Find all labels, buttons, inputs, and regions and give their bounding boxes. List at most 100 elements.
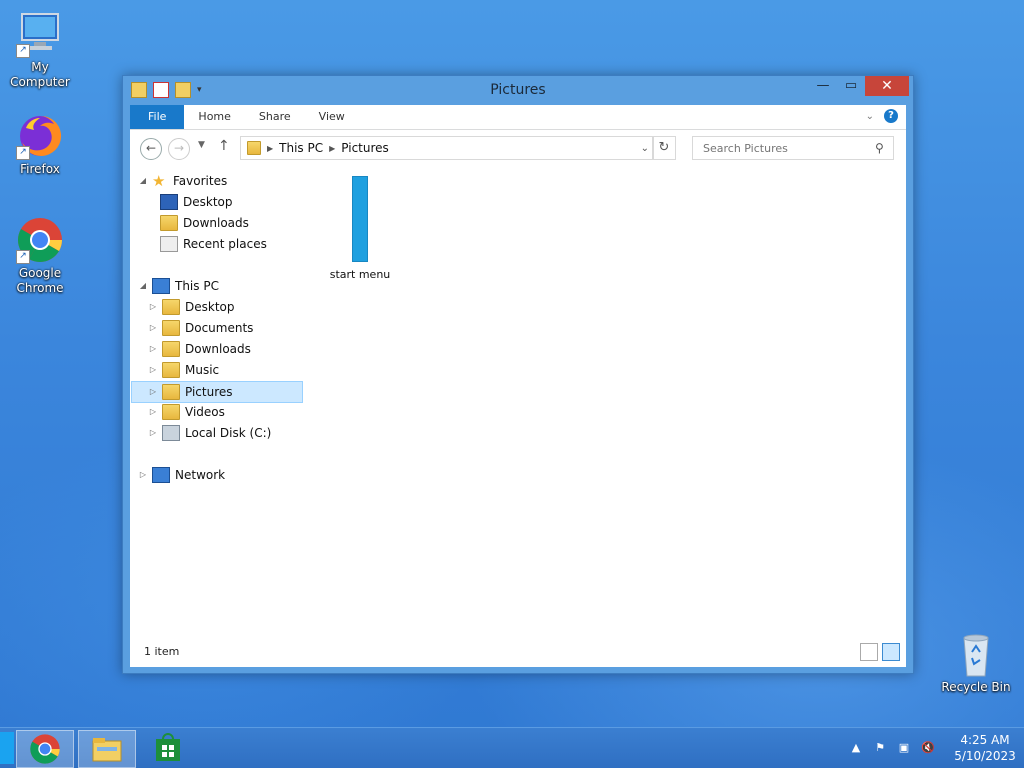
tab-file[interactable]: File: [130, 105, 185, 129]
large-icons-view-button[interactable]: [882, 643, 900, 661]
expand-arrow-icon[interactable]: ▷: [148, 402, 158, 422]
maximize-button[interactable]: ▭: [837, 76, 865, 96]
status-bar: 1 item: [130, 637, 906, 667]
downloads-folder-icon: [160, 215, 178, 231]
recent-places-icon: [160, 236, 178, 252]
file-item[interactable]: start menu: [325, 176, 395, 281]
mouse-cursor-icon: [350, 302, 362, 318]
nav-pc-desktop[interactable]: ▷ Desktop: [148, 297, 235, 317]
breadcrumb-separator-icon: ▶: [329, 143, 336, 153]
desktop-icon-chrome[interactable]: ↗ Google Chrome: [0, 216, 80, 296]
expand-arrow-icon[interactable]: ▷: [148, 382, 158, 402]
tab-view[interactable]: View: [305, 105, 359, 129]
network-status-icon[interactable]: ▣: [896, 740, 912, 756]
desktop-icon-label: My Computer: [10, 60, 70, 89]
nav-label: Network: [175, 468, 226, 482]
nav-label: Videos: [185, 405, 225, 419]
videos-folder-icon: [162, 404, 180, 420]
breadcrumb-this-pc[interactable]: This PC: [279, 141, 323, 155]
nav-pc-downloads[interactable]: ▷ Downloads: [148, 339, 251, 359]
volume-muted-icon[interactable]: 🔇: [920, 740, 936, 756]
nav-favorites[interactable]: ◢ ★ Favorites: [138, 171, 227, 191]
title-bar[interactable]: ▾ Pictures — ▭ ✕: [123, 76, 913, 105]
search-icon[interactable]: ⚲: [875, 141, 884, 155]
minimize-button[interactable]: —: [809, 76, 837, 96]
pictures-folder-icon: [247, 141, 261, 155]
taskbar-store-button[interactable]: [140, 730, 196, 766]
star-icon: ★: [152, 172, 166, 190]
expand-arrow-icon[interactable]: ▷: [148, 423, 158, 443]
up-button[interactable]: ↑: [218, 138, 230, 154]
expand-arrow-icon[interactable]: ▷: [148, 297, 158, 317]
expand-arrow-icon[interactable]: ▷: [138, 465, 148, 485]
nav-pc-videos[interactable]: ▷ Videos: [148, 402, 225, 422]
breadcrumb-pictures[interactable]: Pictures: [341, 141, 389, 155]
show-hidden-icons-icon[interactable]: ▲: [848, 740, 864, 756]
nav-label: Documents: [185, 321, 254, 335]
close-button[interactable]: ✕: [865, 76, 909, 96]
nav-label: Pictures: [185, 385, 233, 399]
breadcrumb-separator-icon: ▶: [267, 143, 274, 153]
desktop-folder-icon: [162, 299, 180, 315]
action-center-flag-icon[interactable]: ⚑: [872, 740, 888, 756]
nav-this-pc[interactable]: ◢ This PC: [138, 276, 219, 296]
tab-home[interactable]: Home: [184, 105, 244, 129]
nav-fav-downloads[interactable]: Downloads: [160, 213, 249, 233]
pictures-folder-icon: [162, 384, 180, 400]
nav-network[interactable]: ▷ Network: [138, 465, 225, 485]
clock[interactable]: 4:25 AM 5/10/2023: [946, 732, 1024, 764]
address-dropdown-icon[interactable]: ⌄: [641, 143, 649, 154]
search-input[interactable]: [701, 140, 875, 156]
help-icon[interactable]: ?: [884, 109, 898, 123]
nav-pc-local-disk[interactable]: ▷ Local Disk (C:): [148, 423, 271, 443]
content-area: ◢ ★ Favorites Desktop Downloads Recent p…: [130, 166, 906, 667]
taskbar-explorer-button[interactable]: [78, 730, 136, 768]
taskbar-chrome-button[interactable]: [16, 730, 74, 768]
desktop-icon-firefox[interactable]: ↗ Firefox: [0, 112, 80, 177]
nav-pc-music[interactable]: ▷ Music: [148, 360, 219, 380]
nav-fav-desktop[interactable]: Desktop: [160, 192, 233, 212]
desktop-icon-my-computer[interactable]: ↗ My Computer: [0, 10, 80, 90]
nav-pc-documents[interactable]: ▷ Documents: [148, 318, 253, 338]
documents-folder-icon: [162, 320, 180, 336]
explorer-window[interactable]: ▾ Pictures — ▭ ✕ File Home Share View ⌄ …: [122, 75, 914, 674]
chrome-icon: ↗: [16, 216, 64, 264]
drive-icon: [162, 425, 180, 441]
shortcut-arrow-icon: ↗: [16, 146, 30, 160]
address-bar[interactable]: ▶ This PC ▶ Pictures ⌄: [240, 136, 654, 160]
desktop-icon-recycle-bin[interactable]: Recycle Bin: [936, 630, 1016, 695]
navigation-bar: ← → ▼ ↑ ▶ This PC ▶ Pictures ⌄ ↻ ⚲: [130, 130, 906, 166]
details-view-button[interactable]: [860, 643, 878, 661]
file-explorer-icon: [92, 738, 122, 762]
expand-arrow-icon[interactable]: ▷: [148, 318, 158, 338]
clock-date: 5/10/2023: [954, 749, 1016, 763]
nav-label: Downloads: [183, 216, 249, 230]
downloads-folder-icon: [162, 341, 180, 357]
recent-locations-icon[interactable]: ▼: [198, 140, 205, 150]
nav-label: This PC: [175, 279, 219, 293]
collapse-arrow-icon[interactable]: ◢: [138, 171, 148, 191]
search-box[interactable]: ⚲: [692, 136, 894, 160]
taskbar: ▲ ⚑ ▣ 🔇 4:25 AM 5/10/2023: [0, 727, 1024, 768]
nav-pc-pictures[interactable]: ▷ Pictures: [131, 381, 303, 403]
music-folder-icon: [162, 362, 180, 378]
refresh-button[interactable]: ↻: [652, 136, 676, 160]
nav-label: Music: [185, 363, 220, 377]
chrome-icon: [30, 734, 60, 764]
nav-label: Desktop: [185, 300, 235, 314]
store-icon: [156, 733, 180, 761]
nav-fav-recent[interactable]: Recent places: [160, 234, 267, 254]
expand-arrow-icon[interactable]: ▷: [148, 360, 158, 380]
desktop-icon: [160, 194, 178, 210]
collapse-arrow-icon[interactable]: ◢: [138, 276, 148, 296]
nav-label: Desktop: [183, 195, 233, 209]
image-thumbnail: [352, 176, 368, 262]
start-button[interactable]: [0, 732, 14, 764]
tab-share[interactable]: Share: [245, 105, 305, 129]
desktop-icon-label: Google Chrome: [16, 266, 64, 295]
expand-arrow-icon[interactable]: ▷: [148, 339, 158, 359]
forward-button[interactable]: →: [168, 138, 190, 160]
back-button[interactable]: ←: [140, 138, 162, 160]
shortcut-arrow-icon: ↗: [16, 44, 30, 58]
expand-ribbon-icon[interactable]: ⌄: [866, 111, 874, 122]
